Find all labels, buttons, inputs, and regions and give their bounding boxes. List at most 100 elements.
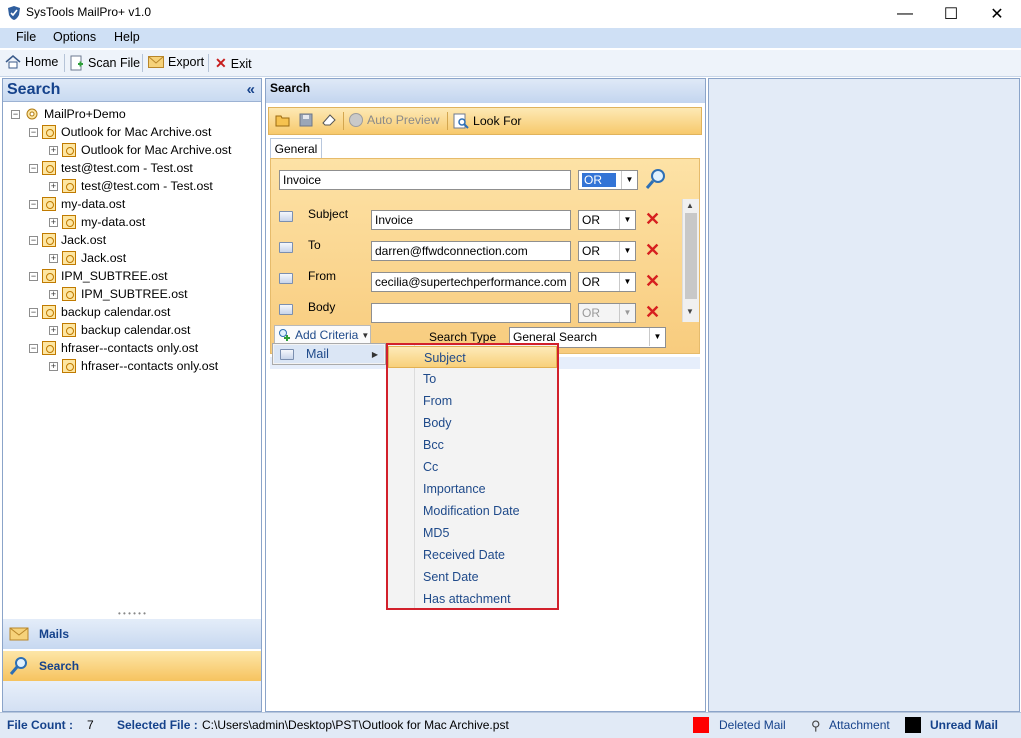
auto-preview-label: Auto Preview	[367, 113, 440, 127]
menu-field-item[interactable]: Has attachment	[388, 588, 557, 610]
menu-options[interactable]: Options	[53, 30, 96, 44]
left-panel-header: Search «	[3, 79, 261, 102]
menu-field-item[interactable]: Body	[388, 412, 557, 434]
collapse-node-icon[interactable]: −	[29, 235, 38, 245]
search-type-value: General Search	[513, 330, 598, 344]
criteria-envelope-icon	[279, 304, 293, 315]
remove-criteria-icon[interactable]: ✕	[645, 241, 660, 259]
scroll-up-icon[interactable]: ▲	[686, 201, 694, 210]
tree-child-node[interactable]: + test@test.com - Test.ost	[11, 177, 259, 195]
status-bar: File Count : 7 Selected File : C:\Users\…	[0, 712, 1021, 738]
criteria-value-input[interactable]: darren@ffwdconnection.com	[371, 241, 571, 261]
maximize-button[interactable]: ☐	[928, 0, 974, 28]
run-search-magnifier-icon[interactable]	[645, 168, 667, 190]
collapse-node-icon[interactable]: −	[11, 109, 20, 119]
menu-field-item[interactable]: Modification Date	[388, 500, 557, 522]
tree-root[interactable]: − MailPro+Demo	[11, 105, 259, 123]
tree-node[interactable]: − IPM_SUBTREE.ost	[11, 267, 259, 285]
collapse-node-icon[interactable]: −	[29, 127, 38, 137]
menu-field-item[interactable]: From	[388, 390, 557, 412]
menu-field-item[interactable]: MD5	[388, 522, 557, 544]
nav-footer-strip	[3, 681, 261, 711]
minimize-button[interactable]: —	[882, 0, 928, 28]
collapse-node-icon[interactable]: −	[29, 307, 38, 317]
criteria-operator-select[interactable]: OR ▼	[578, 241, 636, 261]
criteria-field-label: To	[308, 238, 321, 252]
clear-search-button[interactable]	[321, 113, 337, 127]
expand-node-icon[interactable]: +	[49, 325, 58, 335]
save-search-button[interactable]	[299, 113, 313, 127]
menu-field-item[interactable]: Sent Date	[388, 566, 557, 588]
ost-folder-icon	[62, 179, 76, 193]
remove-criteria-icon[interactable]: ✕	[645, 272, 660, 290]
scroll-thumb[interactable]	[685, 213, 697, 299]
tree-node[interactable]: − hfraser--contacts only.ost	[11, 339, 259, 357]
expand-node-icon[interactable]: +	[49, 145, 58, 155]
expand-node-icon[interactable]: +	[49, 361, 58, 371]
collapse-node-icon[interactable]: −	[29, 271, 38, 281]
criteria-value-input[interactable]: Invoice	[371, 210, 571, 230]
open-search-button[interactable]	[275, 113, 291, 127]
menu-field-item[interactable]: Subject	[388, 346, 557, 368]
menu-item-mail[interactable]: Mail ▶	[274, 345, 384, 363]
collapse-node-icon[interactable]: −	[29, 343, 38, 353]
collapse-node-icon[interactable]: −	[29, 199, 38, 209]
scan-file-label: Scan File	[88, 56, 141, 70]
remove-criteria-icon[interactable]: ✕	[645, 303, 660, 321]
ost-file-icon	[42, 305, 56, 319]
criteria-field-label: Subject	[308, 207, 349, 221]
tree-node[interactable]: − Outlook for Mac Archive.ost	[11, 123, 259, 141]
tree-child-node[interactable]: + IPM_SUBTREE.ost	[11, 285, 259, 303]
tree-node[interactable]: − test@test.com - Test.ost	[11, 159, 259, 177]
query-input[interactable]: Invoice	[279, 170, 571, 190]
expand-node-icon[interactable]: +	[49, 289, 58, 299]
tree-node[interactable]: − backup calendar.ost	[11, 303, 259, 321]
menu-field-item[interactable]: Bcc	[388, 434, 557, 456]
tree-child-node[interactable]: + my-data.ost	[11, 213, 259, 231]
scan-file-button[interactable]: Scan File	[70, 55, 140, 71]
remove-criteria-icon[interactable]: ✕	[645, 210, 660, 228]
menu-field-item[interactable]: To	[388, 368, 557, 390]
expand-node-icon[interactable]: +	[49, 253, 58, 263]
tree-node[interactable]: − Jack.ost	[11, 231, 259, 249]
close-button[interactable]: ✕	[974, 0, 1020, 28]
tree-child-node[interactable]: + Jack.ost	[11, 249, 259, 267]
nav-mails-button[interactable]: Mails	[3, 619, 261, 649]
criteria-operator-select[interactable]: OR ▼	[578, 303, 636, 323]
tree-child-node[interactable]: + hfraser--contacts only.ost	[11, 357, 259, 375]
expand-node-icon[interactable]: +	[49, 181, 58, 191]
criteria-operator-select[interactable]: OR ▼	[578, 272, 636, 292]
criteria-scrollbar[interactable]: ▲ ▼	[682, 199, 699, 322]
criteria-value-input[interactable]: cecilia@supertechperformance.com	[371, 272, 571, 292]
menu-help[interactable]: Help	[114, 30, 140, 44]
add-criteria-button[interactable]: Add Criteria ▼	[274, 325, 371, 345]
tree-node[interactable]: − my-data.ost	[11, 195, 259, 213]
scan-file-icon	[70, 55, 83, 71]
menu-field-item[interactable]: Importance	[388, 478, 557, 500]
deleted-mail-legend: Deleted Mail	[719, 718, 786, 732]
menu-field-item[interactable]: Received Date	[388, 544, 557, 566]
collapse-node-icon[interactable]: −	[29, 163, 38, 173]
menu-file[interactable]: File	[16, 30, 36, 44]
tree-child-node[interactable]: + Outlook for Mac Archive.ost	[11, 141, 259, 159]
tree-child-node[interactable]: + backup calendar.ost	[11, 321, 259, 339]
menu-field-item[interactable]: Cc	[388, 456, 557, 478]
export-button[interactable]: Export	[148, 55, 204, 69]
unread-mail-legend: Unread Mail	[930, 718, 999, 732]
panel-resize-grip[interactable]: • • • • • •	[3, 610, 261, 619]
dropdown-arrow-icon: ▼	[621, 171, 637, 189]
exit-button[interactable]: ✕ Exit	[215, 55, 252, 72]
tree-node-label: my-data.ost	[61, 197, 126, 211]
criteria-field-label: Body	[308, 300, 336, 314]
nav-search-button[interactable]: Search	[3, 651, 261, 681]
auto-preview-button[interactable]: Auto Preview	[349, 113, 439, 127]
scroll-down-icon[interactable]: ▼	[686, 307, 694, 316]
criteria-operator-select[interactable]: OR ▼	[578, 210, 636, 230]
criteria-value-input[interactable]	[371, 303, 571, 323]
look-for-button[interactable]: Look For	[453, 113, 522, 129]
home-button[interactable]: Home	[5, 55, 58, 69]
collapse-panel-button[interactable]: «	[247, 81, 255, 98]
expand-node-icon[interactable]: +	[49, 217, 58, 227]
query-operator-select[interactable]: OR ▼	[578, 170, 638, 190]
tab-general[interactable]: General	[270, 138, 322, 159]
